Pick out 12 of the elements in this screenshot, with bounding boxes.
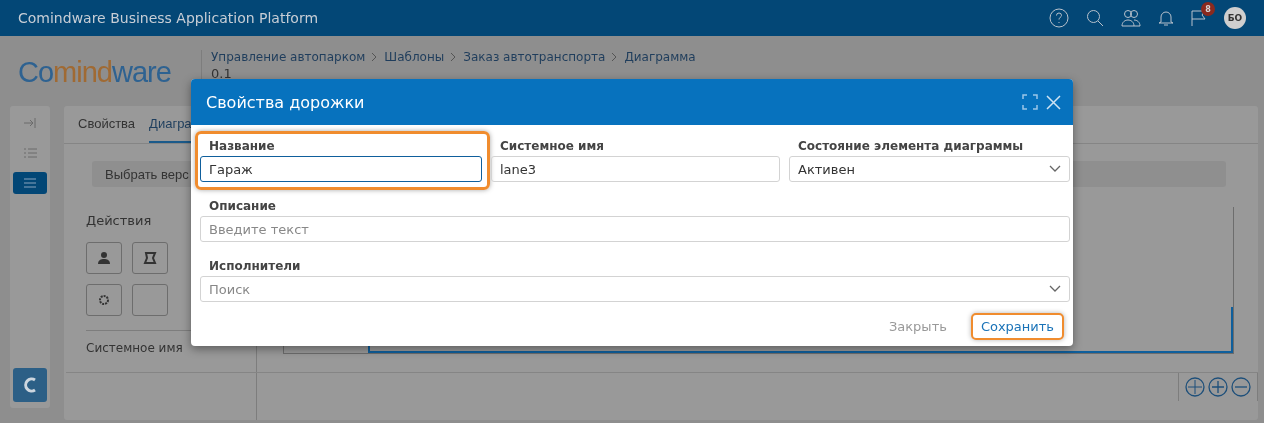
field-label: Исполнители [209,259,302,273]
notification-badge: 8 [1201,2,1215,16]
app-title: Comindware Business Application Platform [18,10,320,26]
field-label: Системное имя [500,139,605,153]
dialog-title: Свойства дорожки [206,92,366,112]
company-logo: Comindware [18,55,172,89]
version-label: 0.1 [211,66,233,81]
palette-title: Действия [86,213,153,228]
field-label: Системное имя [86,341,184,355]
field-label: Название [209,139,276,153]
field-label: Описание [209,199,277,213]
field-label: Состояние элемента диаграммы [798,139,1025,153]
